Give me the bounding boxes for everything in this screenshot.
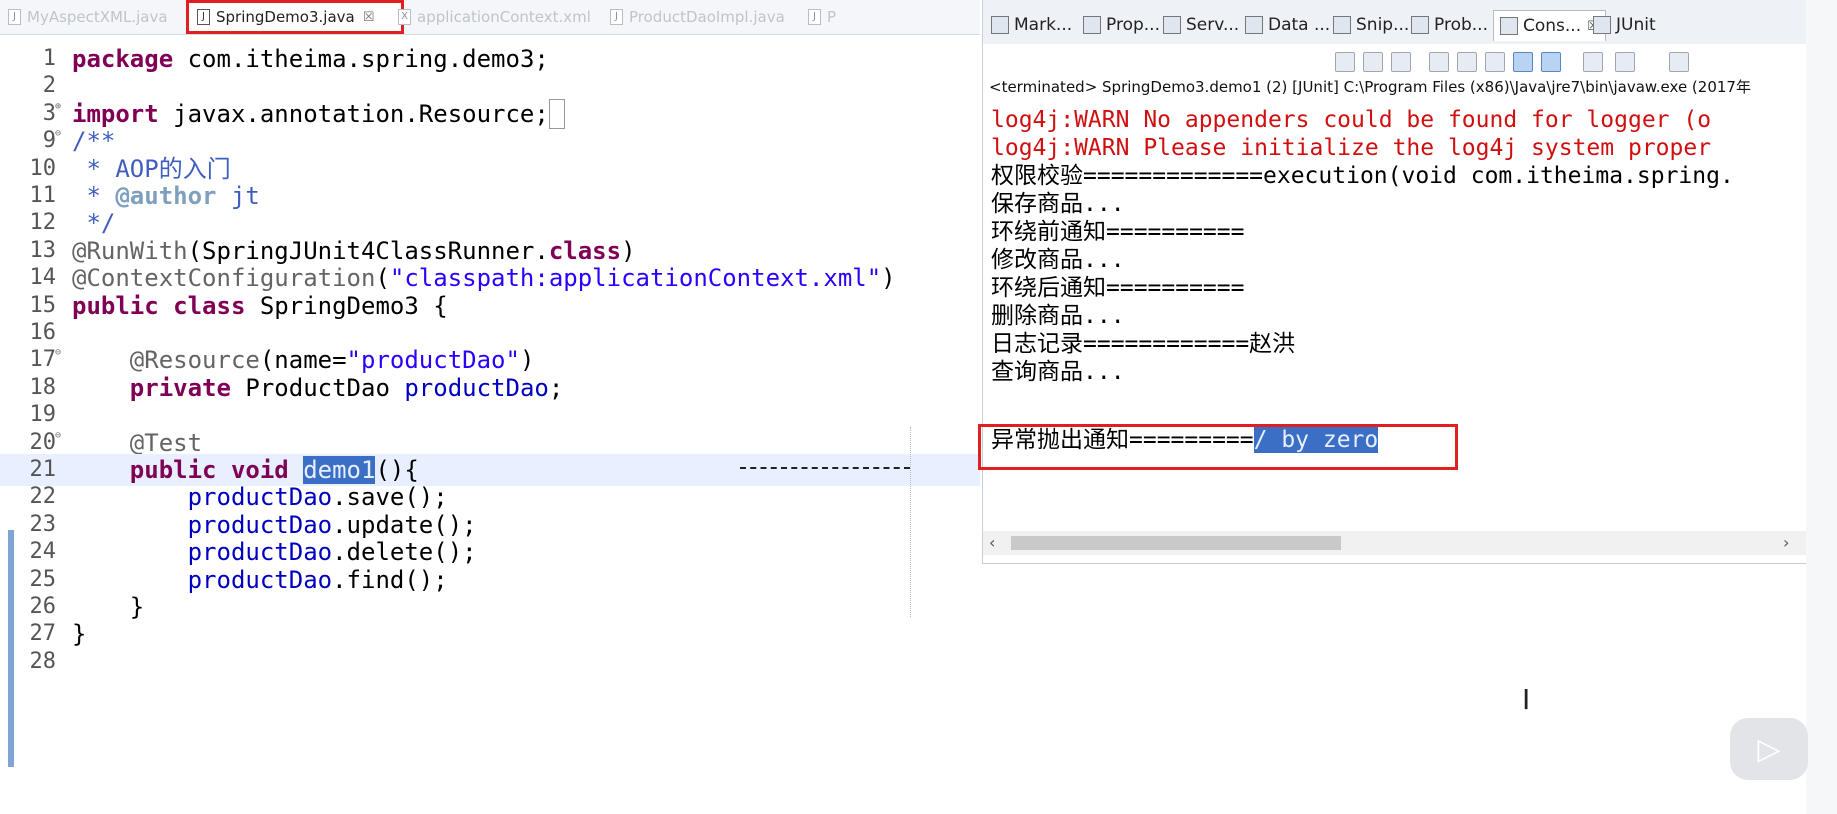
fold-toggle-icon[interactable]: ⊕	[55, 101, 61, 112]
show-on-stdout-icon[interactable]	[1513, 52, 1533, 72]
scroll-right-icon[interactable]: ›	[1783, 533, 1789, 552]
word-wrap-icon[interactable]	[1485, 52, 1505, 72]
side-trim	[1806, 0, 1837, 814]
panel-tab-data[interactable]: Data ...	[1245, 10, 1330, 40]
remove-launch-icon[interactable]	[1363, 52, 1383, 72]
pin-console-icon[interactable]	[1583, 52, 1603, 72]
tab-label: applicationContext.xml	[417, 8, 591, 26]
panel-tab-label: Cons...	[1523, 16, 1582, 36]
remove-all-terminated-icon[interactable]	[1391, 52, 1411, 72]
fold-toggle-icon[interactable]: ⊖	[55, 430, 61, 441]
tab-overflow[interactable]: J P	[808, 0, 836, 34]
code-editor[interactable]: 1 package com.itheima.spring.demo3; 2 3 ⊕ imp…	[0, 35, 980, 814]
tab-label: MyAspectXML.java	[27, 8, 168, 26]
exception-highlight-box	[978, 424, 1458, 470]
java-file-icon: J	[8, 9, 21, 25]
servers-icon	[1163, 16, 1181, 34]
show-on-stderr-icon[interactable]	[1541, 52, 1561, 72]
data-source-icon	[1245, 16, 1263, 34]
console-view: Mark... Prop... Serv... Data ... Snip... Prob…	[982, 0, 1807, 564]
panel-tab-mark[interactable]: Mark...	[991, 10, 1072, 40]
properties-icon	[1083, 16, 1101, 34]
panel-tab-serv[interactable]: Serv...	[1163, 10, 1239, 40]
tab-applicationcontext[interactable]: X applicationContext.xml	[398, 0, 608, 34]
panel-tab-junit[interactable]: JUnit	[1593, 10, 1656, 40]
editor-tab-bar: J MyAspectXML.java J SpringDemo3.java ☒ …	[0, 0, 980, 35]
video-play-button[interactable]: ▷	[1730, 718, 1808, 780]
clear-console-icon[interactable]	[1429, 52, 1449, 72]
tab-productdaoimpl[interactable]: J ProductDaoImpl.java	[610, 0, 810, 34]
panel-tab-label: Data ...	[1268, 15, 1331, 35]
tab-label: ProductDaoImpl.java	[629, 8, 785, 26]
code-line[interactable]: 28	[0, 646, 980, 678]
scrollbar-thumb[interactable]	[1011, 536, 1341, 550]
tab-label: P	[826, 8, 836, 26]
panel-tab-bar: Mark... Prop... Serv... Data ... Snip... Prob…	[983, 0, 1807, 45]
console-output-line[interactable]: 查询商品...	[991, 356, 1806, 388]
line-number: 28	[29, 648, 57, 674]
xml-file-icon: X	[398, 9, 411, 25]
scroll-lock-icon[interactable]	[1457, 52, 1477, 72]
java-file-icon: J	[610, 9, 623, 25]
java-file-icon: J	[808, 9, 821, 25]
console-icon	[1500, 17, 1518, 35]
print-margin-line	[910, 427, 911, 617]
horizontal-scrollbar[interactable]: ‹ ›	[983, 531, 1807, 555]
tab-label: SpringDemo3.java	[216, 8, 355, 26]
display-console-icon[interactable]	[1615, 52, 1635, 72]
drag-caret-indicator	[740, 467, 910, 469]
fold-toggle-icon[interactable]: ⊖	[55, 129, 61, 139]
scroll-left-icon[interactable]: ‹	[989, 533, 995, 552]
console-status-line: <terminated> SpringDemo3.demo1 (2) [JUni…	[989, 78, 1751, 96]
fold-toggle-icon[interactable]: ⊖	[55, 348, 61, 358]
snippets-icon	[1333, 16, 1351, 34]
panel-tab-label: JUnit	[1616, 15, 1656, 35]
panel-tab-label: Snip...	[1356, 15, 1410, 35]
panel-tab-label: Mark...	[1014, 15, 1073, 35]
panel-tab-snip[interactable]: Snip...	[1333, 10, 1409, 40]
panel-tab-prop[interactable]: Prop...	[1083, 10, 1160, 40]
close-tab-icon[interactable]: ☒	[363, 10, 375, 25]
junit-icon	[1593, 16, 1611, 34]
markers-icon	[991, 16, 1009, 34]
console-toolbar	[983, 44, 1807, 78]
panel-tab-label: Prop...	[1106, 15, 1160, 35]
panel-tab-cons[interactable]: Cons...☒	[1493, 10, 1606, 41]
panel-tab-label: Serv...	[1186, 15, 1240, 35]
panel-tab-label: Prob...	[1434, 15, 1488, 35]
panel-tab-prob[interactable]: Prob...	[1411, 10, 1488, 40]
tab-springdemo3[interactable]: J SpringDemo3.java ☒	[186, 0, 404, 34]
text-cursor-icon: I	[1522, 683, 1531, 716]
open-console-icon[interactable]	[1669, 52, 1689, 72]
terminate-icon[interactable]	[1335, 52, 1355, 72]
problems-icon	[1411, 16, 1429, 34]
java-file-icon: J	[197, 9, 210, 25]
tab-myaspectxml[interactable]: J MyAspectXML.java	[8, 0, 188, 34]
